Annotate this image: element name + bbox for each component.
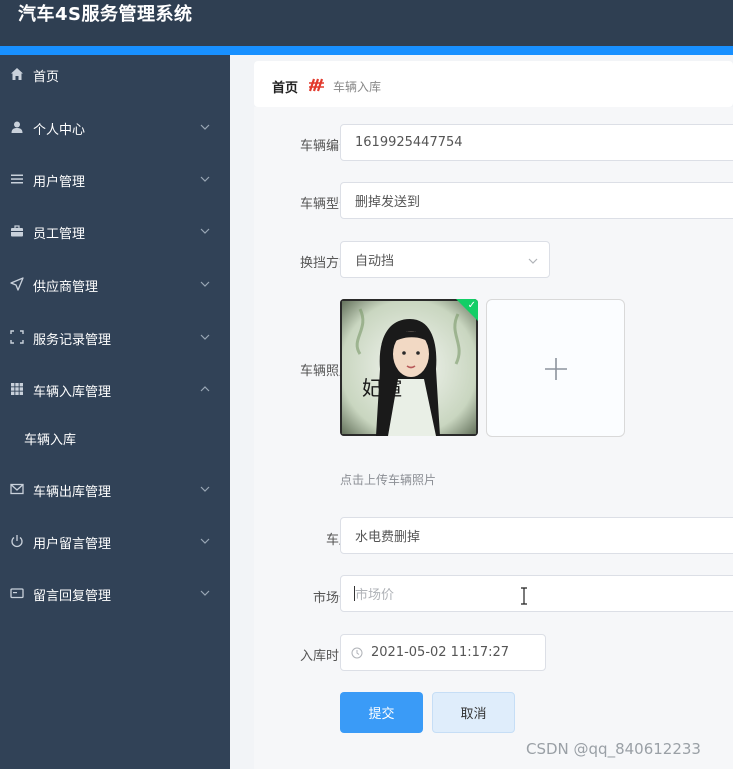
- vehicle-no-field[interactable]: 1619925447754: [340, 124, 733, 161]
- breadcrumb-current: 车辆入库: [333, 80, 382, 94]
- sidebar-item-label: 留言回复管理: [33, 589, 112, 604]
- vehicle-no-value: 1619925447754: [355, 135, 463, 150]
- photo-upload-hint: 点击上传车辆照片: [340, 473, 437, 487]
- check-icon: ✓: [467, 300, 476, 311]
- sidebar-item-label: 用户留言管理: [33, 537, 112, 552]
- uploaded-vehicle-photo[interactable]: 妃暄 ✓: [340, 299, 478, 436]
- ibeam-cursor-icon: [520, 587, 528, 605]
- chevron-down-icon: [527, 255, 539, 267]
- sidebar-subitem-vehicle-stock-in[interactable]: 车辆入库: [0, 418, 230, 458]
- clock-icon: [351, 647, 363, 659]
- sidebar-item-label: 供应商管理: [33, 280, 99, 295]
- sidebar-item-users[interactable]: 用户管理: [0, 160, 230, 200]
- user-icon: [10, 120, 24, 134]
- submit-button-label: 提交: [368, 707, 395, 722]
- chevron-down-icon: [199, 587, 211, 599]
- vehicle-no-label: 车辆编号: [299, 139, 352, 154]
- plus-icon: [544, 357, 568, 381]
- vehicle-model-field[interactable]: 删掉发送到: [340, 182, 733, 219]
- sidebar-item-staff[interactable]: 员工管理: [0, 212, 230, 252]
- sidebar-item-label: 首页: [33, 70, 60, 85]
- stock-time-picker[interactable]: 2021-05-02 11:17:27: [340, 634, 546, 671]
- chevron-down-icon: [199, 173, 211, 185]
- sidebar-item-suppliers[interactable]: 供应商管理: [0, 265, 230, 305]
- text-caret: [354, 586, 355, 601]
- scan-frame-icon: [10, 330, 24, 344]
- sidebar-item-label: 员工管理: [33, 227, 86, 242]
- sidebar-item-label: 车辆入库: [24, 433, 77, 448]
- grid-icon: [10, 382, 24, 396]
- chevron-down-icon: [199, 331, 211, 343]
- price-label: 市场价: [312, 591, 352, 606]
- sidebar-item-message-replies[interactable]: 留言回复管理: [0, 574, 230, 614]
- cancel-button-label: 取消: [460, 707, 487, 722]
- sidebar-item-label: 车辆出库管理: [33, 485, 112, 500]
- chevron-down-icon: [199, 225, 211, 237]
- seat-label: 车座: [325, 533, 352, 548]
- sidebar-item-profile[interactable]: 个人中心: [0, 108, 230, 148]
- mail-icon: [10, 482, 24, 496]
- seat-field[interactable]: 水电费删掉: [340, 517, 733, 554]
- sidebar-item-label: 车辆入库管理: [33, 385, 112, 400]
- vehicle-model-value: 删掉发送到: [355, 195, 421, 210]
- chevron-up-icon: [199, 383, 211, 395]
- submit-button[interactable]: 提交: [340, 692, 423, 733]
- vehicle-model-label: 车辆型号: [299, 197, 352, 212]
- gearbox-value: 自动挡: [355, 254, 395, 269]
- chevron-down-icon: [199, 483, 211, 495]
- sidebar-item-vehicle-stock-out[interactable]: 车辆出库管理: [0, 470, 230, 510]
- breadcrumb-home[interactable]: 首页: [272, 77, 298, 96]
- main-content: 首页 车辆入库 车辆编号 1619925447754 车辆型号 删掉发送到 换挡…: [230, 55, 733, 769]
- home-icon: [10, 67, 24, 81]
- card-icon: [10, 586, 24, 600]
- breadcrumb-separator-icon: [308, 77, 326, 93]
- sidebar-item-vehicle-stock-in[interactable]: 车辆入库管理: [0, 370, 230, 410]
- photo-label: 车辆照片: [299, 364, 352, 379]
- price-placeholder: 市场价: [355, 588, 395, 603]
- sidebar-item-label: 用户管理: [33, 175, 86, 190]
- menu-lines-icon: [10, 172, 24, 186]
- price-field[interactable]: 市场价: [340, 575, 733, 612]
- sidebar-item-service-records[interactable]: 服务记录管理: [0, 318, 230, 358]
- sidebar-item-user-messages[interactable]: 用户留言管理: [0, 522, 230, 562]
- send-icon: [10, 277, 24, 291]
- power-icon: [10, 534, 24, 548]
- top-header: 汽车4S服务管理系统: [0, 0, 733, 55]
- briefcase-icon: [10, 224, 24, 238]
- stock-time-label: 入库时间: [299, 649, 352, 664]
- gearbox-select[interactable]: 自动挡: [340, 241, 550, 278]
- sidebar-item-label: 服务记录管理: [33, 333, 112, 348]
- photo-caption-text: 妃暄: [362, 376, 402, 400]
- vehicle-stock-in-form: 车辆编号 1619925447754 车辆型号 删掉发送到 换挡方式 自动挡 车…: [254, 107, 733, 769]
- stock-time-value: 2021-05-02 11:17:27: [371, 645, 510, 660]
- chevron-down-icon: [199, 535, 211, 547]
- sidebar: 首页 个人中心 用户管理 员工管理 供应商管理 服务记录管理 车辆入库管理 车辆…: [0, 55, 230, 769]
- photo-upload-button[interactable]: [486, 299, 625, 437]
- sidebar-item-label: 个人中心: [33, 123, 86, 138]
- seat-value: 水电费删掉: [355, 530, 421, 545]
- cancel-button[interactable]: 取消: [432, 692, 515, 733]
- watermark: CSDN @qq_840612233: [526, 740, 701, 758]
- header-accent-bar: [0, 46, 733, 55]
- chevron-down-icon: [199, 278, 211, 290]
- sidebar-item-home[interactable]: 首页: [0, 55, 230, 95]
- chevron-down-icon: [199, 121, 211, 133]
- breadcrumb: 首页 车辆入库: [254, 61, 733, 107]
- app-title: 汽车4S服务管理系统: [18, 4, 193, 25]
- gearbox-label: 换挡方式: [299, 256, 352, 271]
